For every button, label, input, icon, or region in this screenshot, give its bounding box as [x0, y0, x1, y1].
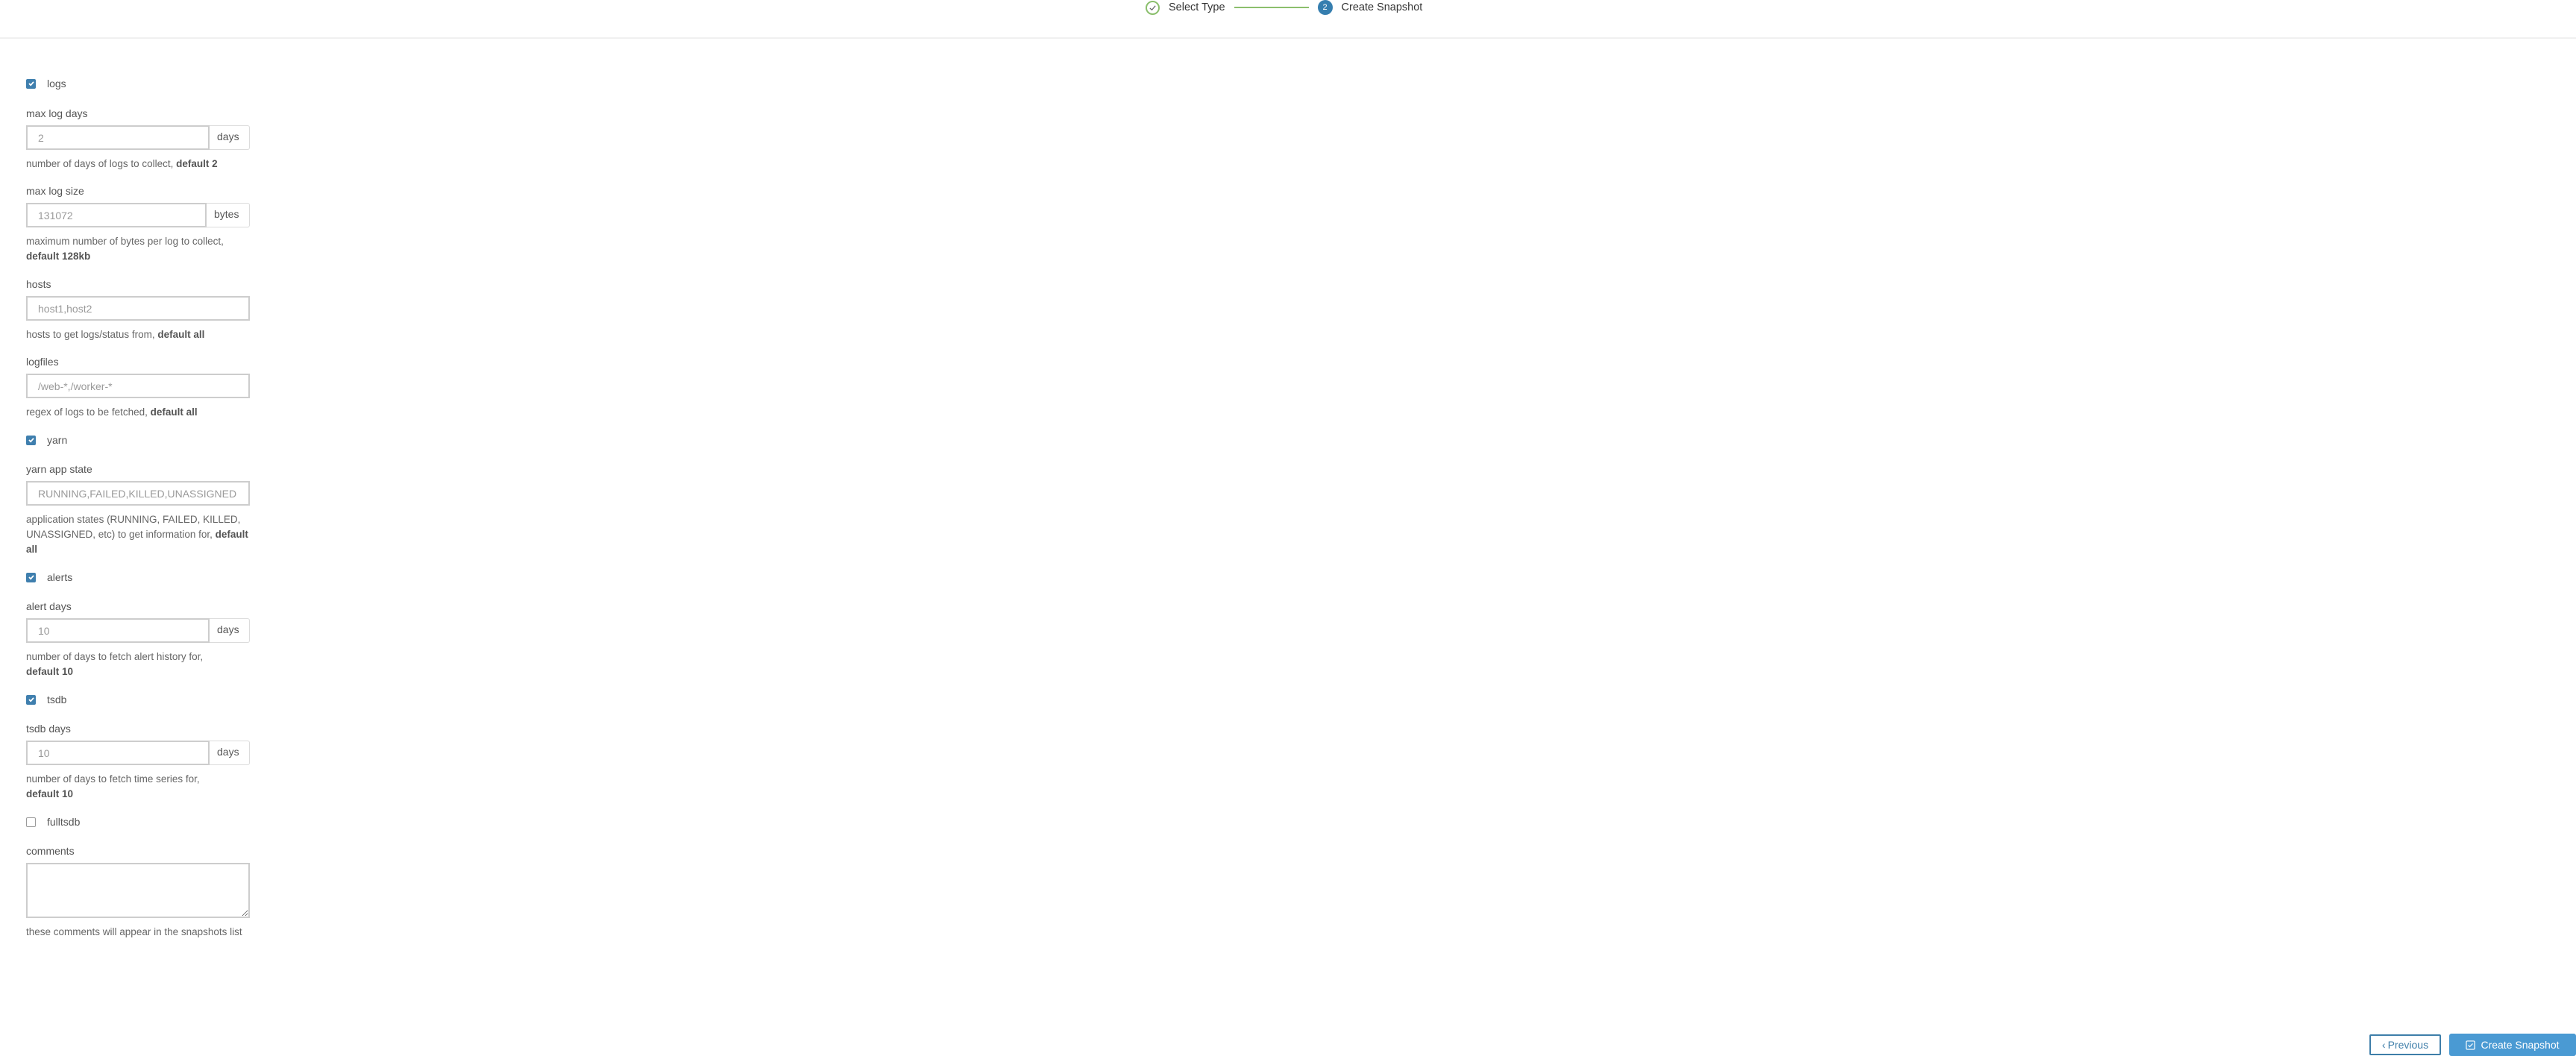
max-log-days-label: max log days — [26, 107, 88, 119]
help-default: default 10 — [26, 666, 74, 677]
tsdb-days-addon: days — [210, 741, 250, 765]
alerts-checkbox[interactable] — [26, 572, 36, 582]
help-default: default 2 — [176, 158, 218, 169]
help-text: number of days of logs to collect, — [26, 158, 177, 169]
chevron-left-icon: ‹ — [2381, 1039, 2386, 1051]
tsdb-days-label: tsdb days — [26, 723, 71, 735]
tsdb-checkbox-row[interactable]: tsdb — [26, 694, 66, 705]
max-log-days-input[interactable] — [26, 125, 210, 150]
help-text: hosts to get logs/status from, — [26, 329, 158, 340]
fulltsdb-checkbox[interactable] — [26, 817, 36, 827]
yarn-checkbox-row[interactable]: yarn — [26, 434, 67, 446]
help-default: default all — [157, 329, 205, 340]
yarn-app-state-input[interactable] — [26, 481, 250, 506]
step-number-badge: 2 — [1317, 0, 1333, 15]
logs-checkbox[interactable] — [26, 78, 36, 89]
comments-label: comments — [26, 845, 75, 857]
logfiles-label: logfiles — [26, 356, 59, 368]
help-text: regex of logs to be fetched, — [26, 406, 151, 418]
logfiles-group — [26, 374, 250, 398]
comments-textarea[interactable] — [26, 863, 250, 918]
hosts-help: hosts to get logs/status from, default a… — [26, 327, 250, 342]
tsdb-checkbox-label: tsdb — [47, 694, 67, 705]
tsdb-days-group: days — [26, 741, 250, 765]
hosts-label: hosts — [26, 278, 51, 290]
max-log-days-group: days — [26, 125, 250, 150]
help-text: number of days to fetch time series for, — [26, 773, 200, 785]
wizard-header: Select Type 2 Create Snapshot — [0, 0, 2576, 39]
alert-days-addon: days — [210, 618, 250, 643]
max-log-days-addon: days — [210, 125, 250, 150]
wizard-steps: Select Type 2 Create Snapshot — [1146, 0, 1422, 15]
logs-checkbox-row[interactable]: logs — [26, 78, 66, 89]
help-default: default 128kb — [26, 251, 91, 262]
alerts-checkbox-row[interactable]: alerts — [26, 571, 72, 583]
logfiles-input[interactable] — [26, 374, 250, 398]
check-square-icon — [2466, 1040, 2476, 1050]
yarn-checkbox-label: yarn — [47, 434, 68, 446]
tsdb-days-input[interactable] — [26, 741, 210, 765]
create-snapshot-button[interactable]: Create Snapshot — [2449, 1034, 2576, 1056]
max-log-size-addon: bytes — [207, 203, 250, 227]
alert-days-group: days — [26, 618, 250, 643]
check-circle-icon — [1146, 0, 1160, 15]
fulltsdb-checkbox-row[interactable]: fulltsdb — [26, 816, 80, 828]
alert-days-input[interactable] — [26, 618, 210, 643]
help-text: number of days to fetch alert history fo… — [26, 651, 204, 662]
hosts-group — [26, 296, 250, 321]
yarn-checkbox[interactable] — [26, 435, 36, 445]
yarn-app-state-group — [26, 481, 250, 506]
help-default: default all — [150, 406, 198, 418]
logfiles-help: regex of logs to be fetched, default all — [26, 405, 250, 420]
yarn-app-state-label: yarn app state — [26, 463, 92, 475]
fulltsdb-checkbox-label: fulltsdb — [47, 816, 81, 828]
tsdb-checkbox[interactable] — [26, 694, 36, 705]
alert-days-help: number of days to fetch alert history fo… — [26, 650, 250, 679]
alerts-checkbox-label: alerts — [47, 571, 73, 583]
help-default: default 10 — [26, 788, 74, 799]
help-text: application states (RUNNING, FAILED, KIL… — [26, 514, 241, 540]
max-log-size-help: maximum number of bytes per log to colle… — [26, 234, 250, 264]
previous-button[interactable]: ‹ Previous — [2369, 1034, 2441, 1055]
hosts-input[interactable] — [26, 296, 250, 321]
comments-help: these comments will appear in the snapsh… — [26, 926, 242, 937]
max-log-days-help: number of days of logs to collect, defau… — [26, 157, 250, 172]
step-select-type[interactable]: Select Type — [1169, 1, 1225, 13]
help-text: maximum number of bytes per log to colle… — [26, 236, 224, 247]
logs-checkbox-label: logs — [47, 78, 66, 89]
yarn-app-state-help: application states (RUNNING, FAILED, KIL… — [26, 512, 250, 557]
max-log-size-input[interactable] — [26, 203, 207, 227]
alert-days-label: alert days — [26, 600, 72, 612]
max-log-size-group: bytes — [26, 203, 250, 227]
step-create-snapshot: Create Snapshot — [1341, 1, 1423, 13]
tsdb-days-help: number of days to fetch time series for,… — [26, 772, 250, 802]
previous-button-label: Previous — [2387, 1039, 2429, 1051]
step-connector — [1234, 7, 1309, 8]
max-log-size-label: max log size — [26, 185, 84, 197]
create-snapshot-button-label: Create Snapshot — [2481, 1039, 2560, 1051]
